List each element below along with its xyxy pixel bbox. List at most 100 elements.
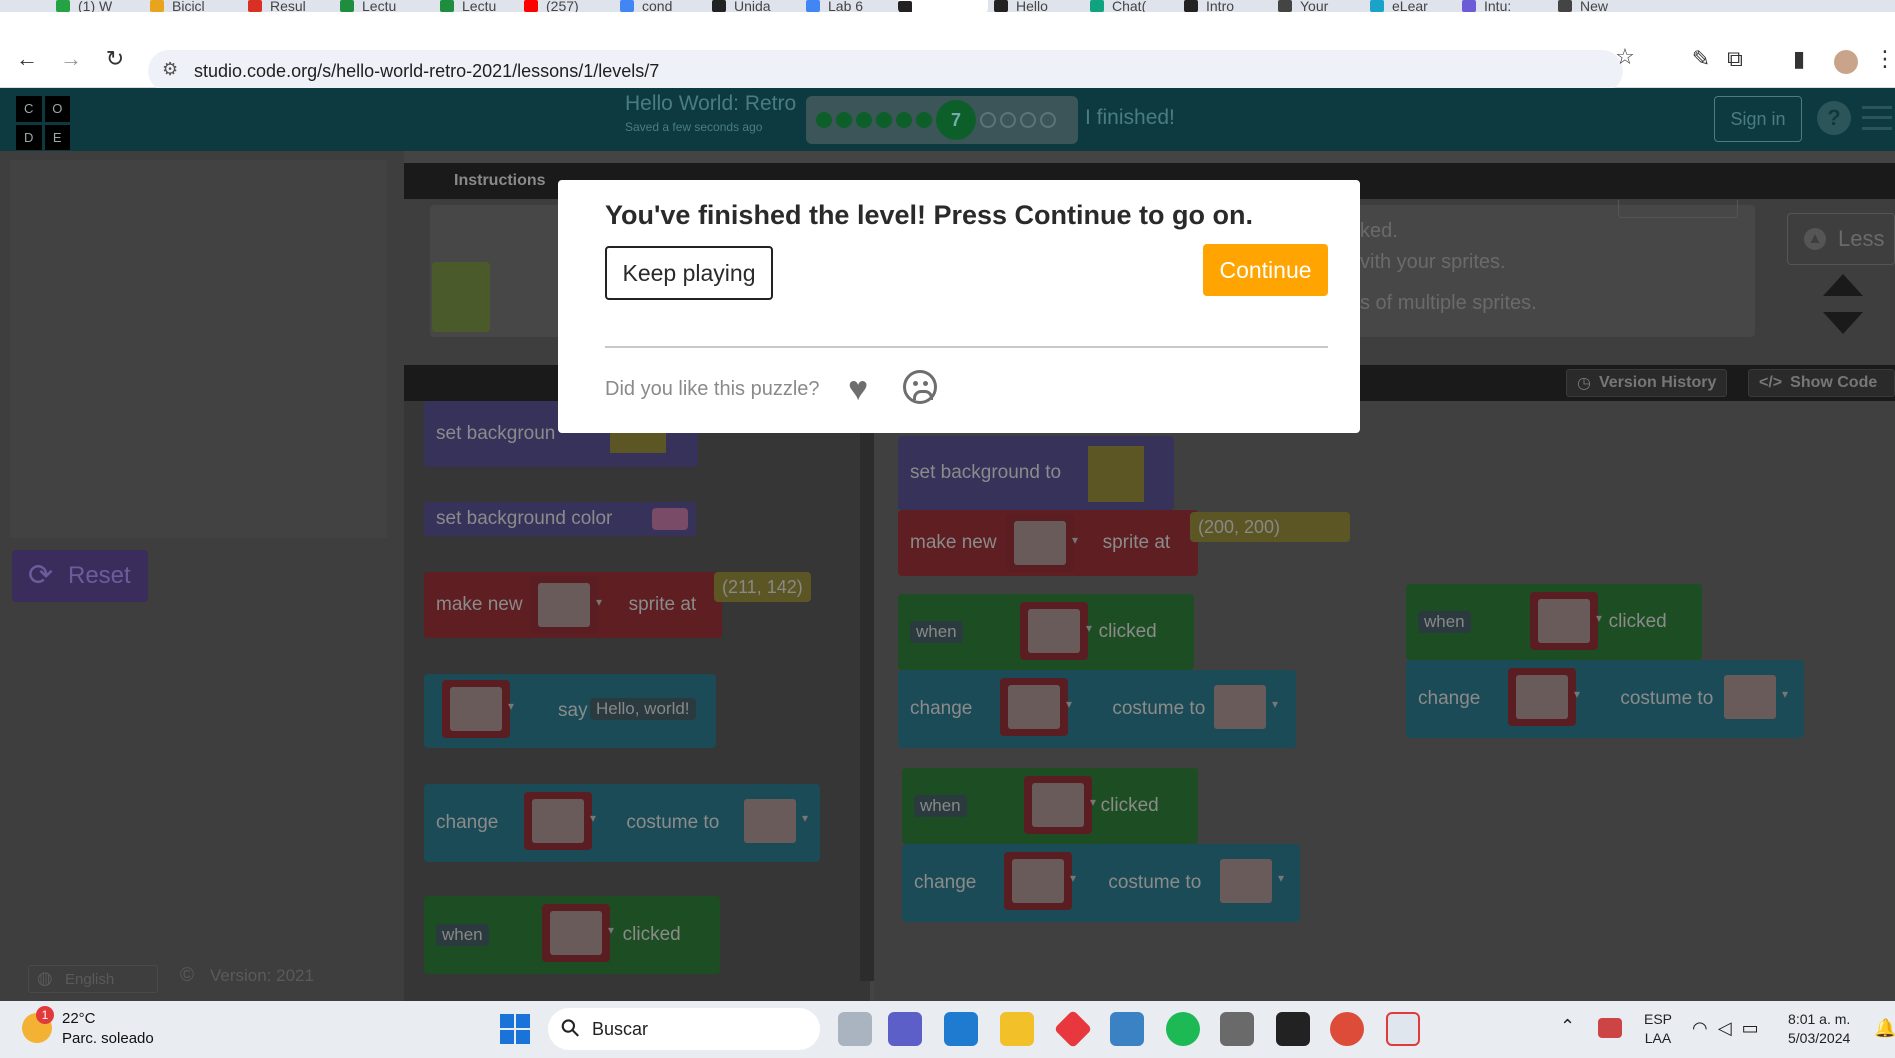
spotify-icon[interactable] [1166,1012,1200,1046]
color-swatch[interactable] [652,508,688,530]
profile-avatar[interactable] [1834,50,1858,74]
browser-tab[interactable]: Bicicl [150,0,236,12]
level-dot[interactable] [1000,112,1016,128]
windows-start-icon[interactable] [500,1014,530,1044]
scroll-down-icon[interactable] [1823,312,1863,334]
browser-tab[interactable]: (257) [524,0,610,12]
extensions-puzzle-icon[interactable]: ⧉ [1720,46,1750,72]
browser-tab[interactable]: Lectu [440,0,526,12]
hamburger-menu-icon[interactable] [1862,106,1892,130]
browser-tab[interactable]: Lectu [340,0,426,12]
browser-tab[interactable]: Hello [994,0,1080,12]
wifi-icon[interactable]: ◠ [1692,1018,1718,1038]
browser-tab[interactable]: Your [1278,0,1364,12]
bookmark-star-icon[interactable]: ☆ [1610,44,1640,70]
notion-icon[interactable] [1276,1012,1310,1046]
back-icon[interactable]: ← [12,46,42,72]
reset-button[interactable]: Reset [12,550,148,602]
browser-tab[interactable]: Intro [1184,0,1270,12]
show-code-button[interactable]: </> Show Code [1748,369,1895,397]
color-swatch[interactable] [1088,446,1144,502]
battery-icon[interactable]: ▭ [1742,1018,1769,1038]
sprite-picker[interactable] [1024,776,1096,834]
vscode-icon[interactable] [944,1012,978,1046]
keep-playing-button[interactable]: Keep playing [605,246,773,300]
browser-tab[interactable]: Intu: [1462,0,1548,12]
sprite-picker[interactable] [1006,514,1078,572]
event-dropdown[interactable]: when [1418,611,1471,633]
sprite-picker[interactable] [1004,852,1076,910]
reload-icon[interactable]: ↻ [100,46,130,72]
weather-description[interactable]: Parc. soleado [62,1030,154,1047]
microsoft-store-icon[interactable] [1110,1012,1144,1046]
language-select[interactable]: English [28,965,158,993]
level-dot[interactable] [896,112,912,128]
event-dropdown[interactable]: when [914,795,967,817]
level-dot[interactable] [1020,112,1036,128]
browser-tab[interactable]: eLear [1370,0,1456,12]
tray-overflow-icon[interactable]: ⌃ [1560,1016,1575,1037]
level-dot[interactable] [836,112,852,128]
frown-icon[interactable] [903,370,937,404]
weather-temperature[interactable]: 22°C [62,1010,96,1027]
help-icon[interactable]: ? [1817,101,1851,135]
notifications-bell-icon[interactable]: 🔔 [1874,1018,1895,1039]
continue-button[interactable]: Continue [1203,244,1328,296]
chrome-icon[interactable] [1330,1012,1364,1046]
site-info-icon[interactable]: ⚙ [162,59,178,80]
level-dot[interactable] [876,112,892,128]
say-text-input[interactable]: Hello, world! [590,698,696,720]
input-language[interactable]: ESP LAA [1644,1010,1672,1048]
browser-tab[interactable]: (1) W [56,0,142,12]
sprite-picker[interactable] [1508,668,1580,726]
level-dot[interactable] [856,112,872,128]
tray-app-icon[interactable] [1598,1018,1622,1038]
finished-link[interactable]: I finished! [1085,106,1175,130]
browser-tab[interactable]: New [1558,0,1644,12]
side-panel-icon[interactable]: ▮ [1784,46,1814,72]
browser-tab[interactable]: Unida [712,0,798,12]
taskbar-clock[interactable]: 8:01 a. m. 5/03/2024 [1788,1010,1850,1048]
forward-icon[interactable]: → [56,46,86,72]
game-preview-area[interactable] [10,160,387,538]
browser-menu-icon[interactable]: ⋮ [1870,46,1895,72]
sign-in-button[interactable]: Sign in [1714,96,1802,142]
sprite-picker[interactable] [1530,592,1602,650]
browser-tab[interactable]: Lab 6 [806,0,892,12]
current-level-dot[interactable]: 7 [936,100,976,140]
code-org-logo[interactable]: C O D E [16,96,70,150]
browser-tab[interactable]: Chat( [1090,0,1176,12]
coordinate-input[interactable]: (211, 142) [714,572,811,602]
toolbox-scrollbar[interactable] [860,401,874,981]
coordinate-input[interactable]: (200, 200) [1190,512,1350,542]
tab-instructions[interactable]: Instructions [454,172,546,190]
scroll-up-icon[interactable] [1823,274,1863,296]
less-button[interactable]: Less [1787,213,1895,265]
level-dot[interactable] [816,112,832,128]
browser-tab[interactable]: Resul [248,0,334,12]
taskbar-search[interactable]: Buscar [548,1008,820,1050]
event-dropdown[interactable]: when [436,924,489,946]
address-bar[interactable]: ⚙ studio.code.org/s/hello-world-retro-20… [148,50,1623,92]
sprite-picker[interactable] [542,904,614,962]
version-history-button[interactable]: ◷ Version History [1566,369,1728,397]
costume-picker[interactable] [736,792,808,850]
sprite-picker[interactable] [1020,602,1092,660]
volume-icon[interactable]: ◁ [1718,1018,1742,1038]
costume-picker[interactable] [1212,852,1284,910]
browser-tab[interactable]: cond [620,0,706,12]
costume-picker[interactable] [1716,668,1788,726]
audio-controls[interactable] [1618,200,1738,218]
sprite-picker[interactable] [1000,678,1072,736]
snipping-tool-icon[interactable] [1386,1012,1420,1046]
teams-icon[interactable] [888,1012,922,1046]
extension-icon[interactable]: ✎ [1686,46,1716,72]
event-dropdown[interactable]: when [910,621,963,643]
file-explorer-icon[interactable] [1000,1012,1034,1046]
project-title[interactable]: Hello World: Retro [625,92,796,116]
sprite-picker[interactable] [530,576,602,634]
system-tray-icons[interactable]: ◠◁▭ [1692,1018,1769,1039]
sprite-picker[interactable] [442,680,514,738]
task-view-icon[interactable] [838,1012,872,1046]
app-icon[interactable] [1220,1012,1254,1046]
